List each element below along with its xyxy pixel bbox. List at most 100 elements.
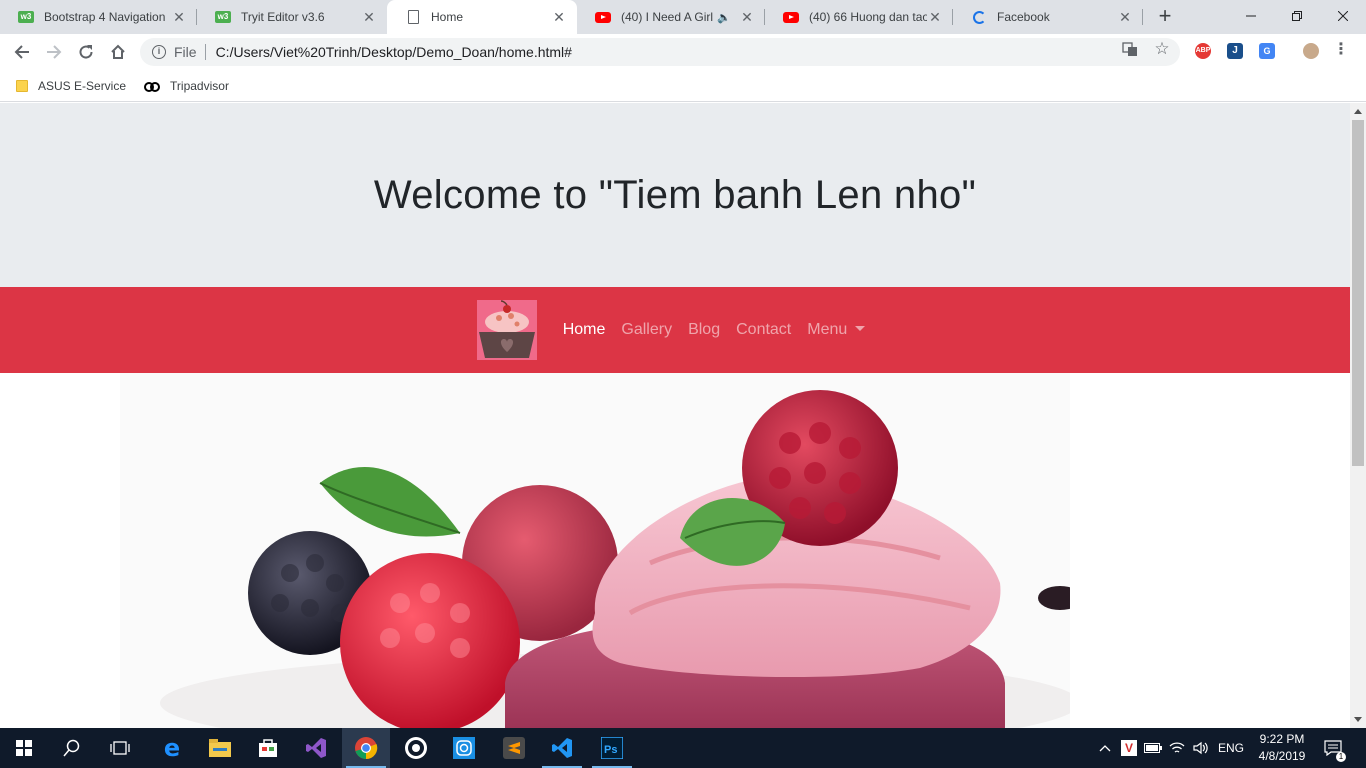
arrow-left-icon	[14, 45, 29, 59]
action-center-button[interactable]: 1	[1318, 728, 1348, 768]
instagram-app[interactable]	[440, 728, 488, 768]
cupcake-logo-icon[interactable]	[476, 300, 537, 360]
scrollbar-thumb[interactable]	[1352, 120, 1364, 466]
volume-tray-item[interactable]	[1190, 728, 1212, 768]
address-bar[interactable]: i File C:/Users/Viet%20Trinh/Desktop/Dem…	[140, 38, 1180, 66]
search-button[interactable]	[48, 728, 96, 768]
file-explorer-icon	[209, 739, 231, 757]
main-navbar: Home Gallery Blog Contact Menu	[0, 287, 1350, 373]
start-button[interactable]	[0, 728, 48, 768]
wifi-icon	[1169, 742, 1185, 753]
home-icon	[111, 44, 125, 59]
system-clock[interactable]: 9:22 PM 4/8/2019	[1252, 731, 1312, 765]
bookmarks-bar: ASUS E-Service Tripadvisor	[0, 70, 1366, 102]
windows-taskbar: e Ps V ENG 9:22 PM 4/8/2019 1	[0, 728, 1366, 768]
close-window-button[interactable]	[1320, 0, 1366, 32]
battery-tray-item[interactable]	[1142, 728, 1164, 768]
scroll-up-icon[interactable]	[1354, 109, 1362, 114]
store-icon	[259, 739, 277, 757]
visual-studio-app[interactable]	[292, 728, 340, 768]
forward-button[interactable]	[40, 38, 68, 66]
bookmark-asus-e-service[interactable]: ASUS E-Service	[16, 79, 126, 93]
windows-logo-icon	[16, 740, 32, 756]
battery-icon	[1144, 743, 1162, 753]
tab-bootstrap-navigation[interactable]: w3 Bootstrap 4 Navigation ✕	[0, 0, 197, 34]
tab-i-need-a-girl[interactable]: (40) I Need A Girl - 🔈 ✕	[577, 0, 765, 34]
show-hidden-icons-button[interactable]	[1094, 728, 1116, 768]
tab-title: Bootstrap 4 Navigation	[44, 10, 166, 24]
adblock-plus-icon[interactable]: ABP	[1195, 43, 1211, 59]
task-view-button[interactable]	[96, 728, 144, 768]
site-info-icon[interactable]: i	[152, 45, 166, 59]
clock-date: 4/8/2019	[1258, 749, 1306, 763]
close-tab-icon[interactable]: ✕	[361, 9, 377, 26]
close-tab-icon[interactable]: ✕	[551, 9, 567, 26]
tab-huong-dan-tao[interactable]: (40) 66 Huong dan tao ✕	[765, 0, 953, 34]
close-tab-icon[interactable]: ✕	[1117, 9, 1133, 26]
caret-down-icon	[855, 326, 866, 331]
tab-title: (40) 66 Huong dan tao	[809, 10, 927, 24]
back-button[interactable]	[8, 38, 36, 66]
input-language-indicator[interactable]: ENG	[1214, 728, 1248, 768]
close-tab-icon[interactable]: ✕	[171, 9, 187, 26]
scroll-down-icon[interactable]	[1354, 717, 1362, 722]
restore-icon	[1292, 11, 1302, 21]
nav-dropdown-menu[interactable]: Menu	[799, 321, 873, 339]
nav-link-gallery[interactable]: Gallery	[613, 321, 680, 339]
language-label: ENG	[1217, 741, 1244, 755]
url-text[interactable]: C:/Users/Viet%20Trinh/Desktop/Demo_Doan/…	[216, 44, 572, 60]
vietkey-tray-item[interactable]: V	[1118, 728, 1140, 768]
bookmark-label: Tripadvisor	[170, 78, 229, 93]
bookmark-star-icon[interactable]: ☆	[1154, 39, 1170, 58]
jumbotron: Welcome to "Tiem banh Len nho"	[0, 103, 1350, 287]
obs-app[interactable]	[392, 728, 440, 768]
tab-strip: w3 Bootstrap 4 Navigation ✕ w3 Tryit Edi…	[0, 0, 1366, 34]
minimize-button[interactable]	[1228, 0, 1274, 32]
w3schools-icon: w3	[18, 9, 34, 25]
close-tab-icon[interactable]: ✕	[927, 9, 943, 26]
translate-icon[interactable]	[1122, 41, 1138, 57]
profile-avatar-icon[interactable]	[1303, 43, 1319, 59]
tab-home[interactable]: Home ✕	[387, 0, 577, 34]
scheme-label: File	[174, 44, 197, 60]
task-view-icon	[110, 741, 130, 755]
page-scrollbar[interactable]	[1350, 103, 1366, 728]
file-explorer-app[interactable]	[196, 728, 244, 768]
tab-title: (40) I Need A Girl -	[621, 10, 714, 24]
nav-link-blog[interactable]: Blog	[680, 321, 728, 339]
new-tab-button[interactable]: +	[1152, 4, 1178, 30]
minimize-icon	[1246, 15, 1256, 17]
restore-button[interactable]	[1274, 0, 1320, 32]
tab-tryit-editor[interactable]: w3 Tryit Editor v3.6 ✕	[197, 0, 387, 34]
tab-title: Home	[431, 10, 464, 24]
photoshop-app[interactable]: Ps	[588, 728, 636, 768]
vscode-app[interactable]	[538, 728, 586, 768]
nav-link-contact[interactable]: Contact	[728, 321, 799, 339]
google-translate-icon[interactable]: G	[1259, 43, 1275, 59]
nav-link-home[interactable]: Home	[555, 321, 614, 339]
store-app[interactable]	[244, 728, 292, 768]
search-icon	[63, 739, 80, 757]
arrow-right-icon	[47, 45, 62, 59]
home-button[interactable]	[104, 38, 132, 66]
edge-app[interactable]: e	[148, 728, 196, 768]
edge-icon: e	[163, 734, 181, 762]
wifi-tray-item[interactable]	[1166, 728, 1188, 768]
chrome-icon	[355, 737, 378, 760]
notification-count-badge: 1	[1336, 752, 1346, 762]
tab-title: Tryit Editor v3.6	[241, 10, 325, 24]
j-extension-icon[interactable]: J	[1227, 43, 1243, 59]
tab-facebook[interactable]: Facebook ✕	[953, 0, 1143, 34]
close-tab-icon[interactable]: ✕	[739, 9, 755, 26]
reload-button[interactable]	[72, 38, 100, 66]
svg-text:Ps: Ps	[604, 744, 617, 756]
page-heading: Welcome to "Tiem banh Len nho"	[373, 172, 977, 217]
bookmark-tripadvisor[interactable]: Tripadvisor	[144, 79, 229, 93]
menu-kebab-icon[interactable]: ⋮	[1333, 42, 1349, 59]
sublime-text-app[interactable]	[490, 728, 538, 768]
speaker-icon[interactable]: 🔈	[717, 11, 731, 24]
folder-icon	[16, 79, 28, 92]
visual-studio-icon	[306, 738, 326, 758]
reload-icon	[79, 45, 93, 59]
chrome-app[interactable]	[342, 728, 390, 768]
